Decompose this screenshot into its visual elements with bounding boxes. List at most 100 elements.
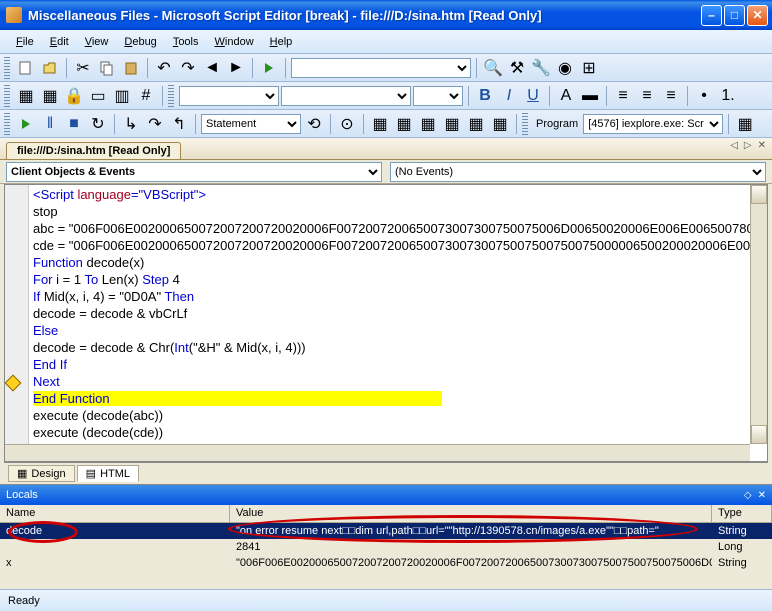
object-browser-button[interactable]: ◉: [554, 57, 576, 79]
vertical-scrollbar[interactable]: [750, 185, 767, 444]
locals-close-button[interactable]: ✕: [758, 490, 766, 501]
cut-button[interactable]: ✂: [72, 57, 94, 79]
grip-icon[interactable]: [4, 113, 10, 135]
tb2-btn6[interactable]: #: [135, 85, 157, 107]
code-gutter[interactable]: [5, 185, 29, 461]
locals-row[interactable]: [0, 571, 772, 589]
locals-var-name: decode: [0, 525, 230, 537]
debug-pause-button[interactable]: ‖: [39, 113, 61, 135]
fontsize-combo[interactable]: [413, 86, 463, 106]
find-button[interactable]: 🔍: [482, 57, 504, 79]
grip-icon[interactable]: [522, 113, 528, 135]
align-left-button[interactable]: ≡: [612, 85, 634, 107]
locals-row[interactable]: 2841 Long: [0, 539, 772, 555]
dbg-btn4[interactable]: ▦: [441, 113, 463, 135]
minimize-button[interactable]: –: [701, 5, 722, 26]
debug-restart-button[interactable]: ↻: [87, 113, 109, 135]
style-combo[interactable]: [179, 86, 279, 106]
open-button[interactable]: [39, 57, 61, 79]
tb2-btn4[interactable]: ▭: [87, 85, 109, 107]
hex-button[interactable]: ⟲: [303, 113, 325, 135]
window-buttons: – □ ✕: [701, 5, 768, 26]
paste-button[interactable]: [120, 57, 142, 79]
locals-panel: Locals ◇ ✕ Name Value Type decode "on er…: [0, 484, 772, 589]
tb2-btn2[interactable]: ▦: [39, 85, 61, 107]
statement-combo[interactable]: Statement: [201, 114, 301, 134]
menu-help[interactable]: Help: [262, 33, 301, 51]
html-tab[interactable]: ▤HTML: [77, 465, 139, 482]
dbg-btn2[interactable]: ▦: [393, 113, 415, 135]
locals-var-type: String: [712, 557, 772, 569]
app-icon: [6, 7, 22, 23]
program-combo[interactable]: [4576] iexplore.exe: Scr: [583, 114, 723, 134]
align-right-button[interactable]: ≡: [660, 85, 682, 107]
status-bar: Ready: [0, 589, 772, 611]
design-tab[interactable]: ▦Design: [8, 465, 75, 482]
code-content[interactable]: <Script language="VBScript"> stop abc = …: [33, 187, 749, 442]
col-header-value[interactable]: Value: [230, 505, 712, 522]
tb2-btn1[interactable]: ▦: [15, 85, 37, 107]
event-dropdown[interactable]: (No Events): [390, 162, 766, 182]
menu-tools[interactable]: Tools: [165, 33, 207, 51]
locals-pin-button[interactable]: ◇: [744, 490, 752, 501]
col-header-name[interactable]: Name: [0, 505, 230, 522]
code-editor[interactable]: <Script language="VBScript"> stop abc = …: [4, 184, 768, 462]
play-icon: [22, 119, 30, 129]
nav-back-button[interactable]: ◄: [201, 57, 223, 79]
debug-start-button[interactable]: [15, 113, 37, 135]
locals-row[interactable]: decode "on error resume next□□dim url,pa…: [0, 523, 772, 539]
find-combo[interactable]: [291, 58, 471, 78]
maximize-button[interactable]: □: [724, 5, 745, 26]
grip-icon[interactable]: [4, 57, 10, 79]
properties-button[interactable]: 🔧: [530, 57, 552, 79]
grip-icon[interactable]: [4, 85, 10, 107]
menu-window[interactable]: Window: [207, 33, 262, 51]
menu-file[interactable]: File: [8, 33, 42, 51]
breakpoints-button[interactable]: ⊙: [336, 113, 358, 135]
numbering-button[interactable]: 1.: [717, 85, 739, 107]
menu-view[interactable]: View: [77, 33, 117, 51]
object-dropdown[interactable]: Client Objects & Events: [6, 162, 382, 182]
fontcolor-button[interactable]: A: [555, 85, 577, 107]
close-button[interactable]: ✕: [747, 5, 768, 26]
undo-button[interactable]: ↶: [153, 57, 175, 79]
toolbox2-button[interactable]: ⊞: [578, 57, 600, 79]
col-header-type[interactable]: Type: [712, 505, 772, 522]
align-center-button[interactable]: ≡: [636, 85, 658, 107]
bullets-button[interactable]: •: [693, 85, 715, 107]
dbg-btn5[interactable]: ▦: [465, 113, 487, 135]
tb2-btn5[interactable]: ▥: [111, 85, 133, 107]
new-project-button[interactable]: [15, 57, 37, 79]
step-over-button[interactable]: ↷: [144, 113, 166, 135]
bgcolor-button[interactable]: ▬: [579, 85, 601, 107]
document-tab[interactable]: file:///D:/sina.htm [Read Only]: [6, 142, 181, 159]
copy-button[interactable]: [96, 57, 118, 79]
document-tab-bar: file:///D:/sina.htm [Read Only] ◁ ▷ ✕: [0, 138, 772, 160]
tb2-btn3[interactable]: 🔒: [63, 85, 85, 107]
redo-button[interactable]: ↷: [177, 57, 199, 79]
step-out-button[interactable]: ↰: [168, 113, 190, 135]
menu-edit[interactable]: Edit: [42, 33, 77, 51]
italic-button[interactable]: I: [498, 85, 520, 107]
bold-button[interactable]: B: [474, 85, 496, 107]
dbg-btn3[interactable]: ▦: [417, 113, 439, 135]
step-into-button[interactable]: ↳: [120, 113, 142, 135]
tab-close-button[interactable]: ✕: [758, 140, 766, 151]
horizontal-scrollbar[interactable]: [5, 444, 750, 461]
stack-frame-button[interactable]: ▦: [734, 113, 756, 135]
start-button[interactable]: [258, 57, 280, 79]
nav-fwd-button[interactable]: ►: [225, 57, 247, 79]
locals-header: Locals ◇ ✕: [0, 485, 772, 505]
dbg-btn6[interactable]: ▦: [489, 113, 511, 135]
menu-debug[interactable]: Debug: [116, 33, 164, 51]
toolbox-button[interactable]: ⚒: [506, 57, 528, 79]
design-icon: ▦: [17, 467, 27, 480]
debug-stop-button[interactable]: ■: [63, 113, 85, 135]
dbg-btn1[interactable]: ▦: [369, 113, 391, 135]
locals-row[interactable]: x "006F006E002000650072007200720020006F0…: [0, 555, 772, 571]
grip-icon[interactable]: [168, 85, 174, 107]
underline-button[interactable]: U: [522, 85, 544, 107]
tab-prev-button[interactable]: ◁: [730, 140, 738, 151]
font-combo[interactable]: [281, 86, 411, 106]
tab-next-button[interactable]: ▷: [744, 140, 752, 151]
